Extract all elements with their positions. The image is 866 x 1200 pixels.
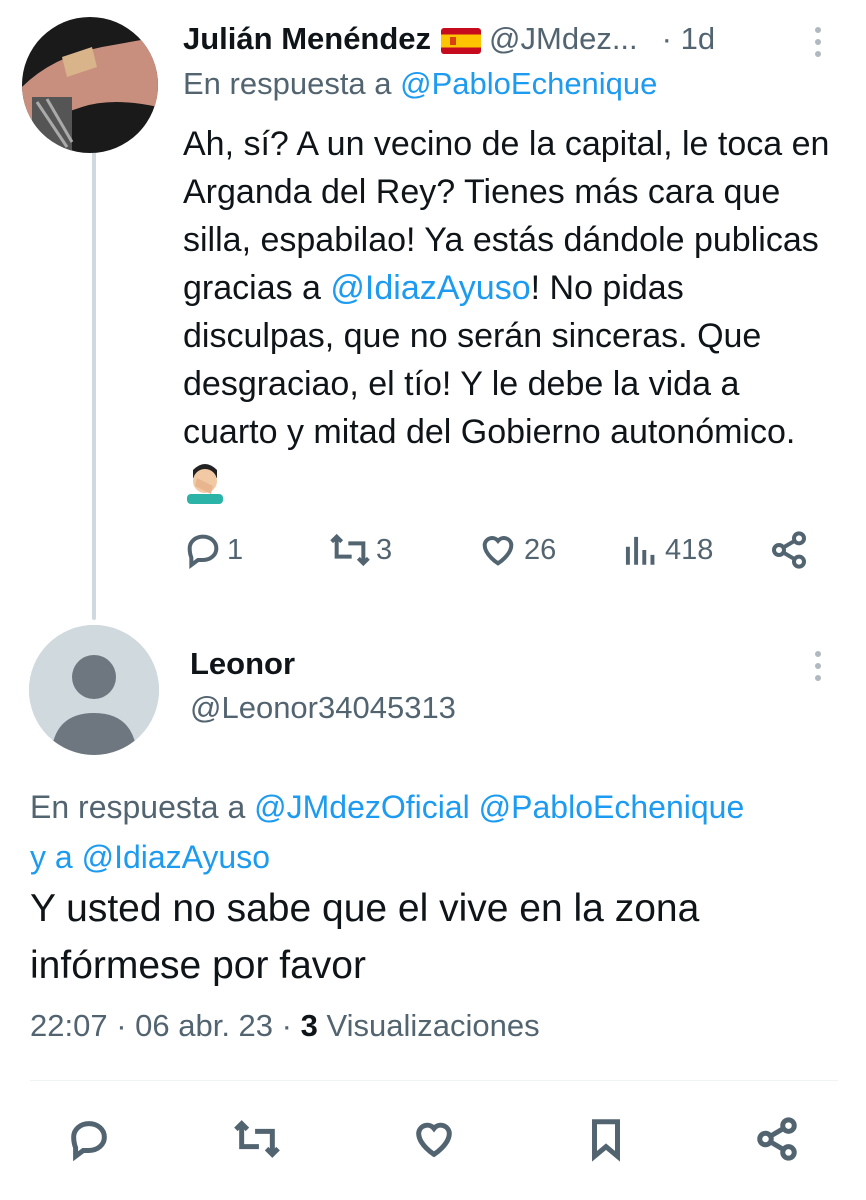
mention-link[interactable]: @IdiazAyuso	[330, 269, 530, 307]
share-icon[interactable]	[754, 1116, 800, 1162]
reply-count: 1	[227, 533, 244, 566]
tweet-text: Y usted no sabe que el vive en la zona i…	[30, 887, 700, 987]
author-name[interactable]: Julián Menéndez	[183, 21, 431, 57]
share-icon	[772, 531, 806, 569]
tweet-actions	[30, 1110, 830, 1170]
mention-link[interactable]: @JMdezOficial	[254, 789, 470, 825]
mention-link[interactable]: @IdiazAyuso	[82, 839, 270, 875]
like-button[interactable]: 26	[478, 520, 556, 580]
like-icon	[482, 536, 514, 566]
reply-prefix: En respuesta a	[30, 789, 255, 825]
tweet-meta: 22:07 · 06 abr. 23 · 3 Visualizaciones	[30, 1008, 540, 1043]
retweet-button[interactable]: 3	[328, 520, 392, 580]
more-icon[interactable]	[808, 646, 828, 686]
reply-icon[interactable]	[66, 1116, 112, 1162]
tweet-text: Ah, sí? A un vecino de la capital, le to…	[183, 120, 843, 505]
divider	[30, 1080, 838, 1081]
reply-prefix: En respuesta a	[183, 66, 401, 101]
tweet-header: Julián Menéndez @JMdez... · 1d	[183, 16, 826, 62]
views-count: 418	[665, 533, 714, 566]
avatar[interactable]	[29, 625, 159, 755]
mention-link[interactable]: @PabloEchenique	[479, 789, 745, 825]
retweet-icon[interactable]	[232, 1116, 282, 1162]
avatar[interactable]	[22, 17, 158, 153]
views-label: Visualizaciones	[326, 1008, 540, 1043]
spain-flag-icon	[441, 26, 482, 54]
share-button[interactable]	[769, 520, 809, 580]
reply-context: En respuesta a @PabloEchenique	[183, 66, 657, 102]
more-icon[interactable]	[808, 22, 828, 62]
views-count: 3	[300, 1008, 318, 1043]
tweet-actions: 1 3 26 418	[183, 520, 823, 580]
reply-and: y a	[30, 839, 82, 875]
reply-button[interactable]: 1	[183, 520, 243, 580]
like-icon[interactable]	[411, 1116, 457, 1162]
bookmark-icon[interactable]	[583, 1116, 629, 1162]
reply-icon	[187, 534, 219, 569]
facepalm-emoji-icon	[183, 460, 227, 505]
like-count: 26	[524, 533, 557, 566]
author-handle[interactable]: @Leonor34045313	[190, 690, 456, 726]
reply-context: En respuesta a @JMdezOficial @PabloEchen…	[30, 782, 850, 882]
mention-link[interactable]: @PabloEchenique	[400, 66, 657, 101]
author-handle[interactable]: @JMdez...	[489, 21, 638, 57]
retweet-count: 3	[376, 533, 393, 566]
retweet-icon	[330, 533, 370, 567]
views-icon	[625, 536, 655, 565]
author-name[interactable]: Leonor	[190, 646, 295, 682]
tweet-time[interactable]: 22:07	[30, 1008, 108, 1043]
tweet-date[interactable]: 06 abr. 23	[135, 1008, 273, 1043]
tweet-time[interactable]: · 1d	[662, 21, 715, 57]
views-button[interactable]: 418	[623, 520, 713, 580]
thread-line	[92, 150, 96, 620]
